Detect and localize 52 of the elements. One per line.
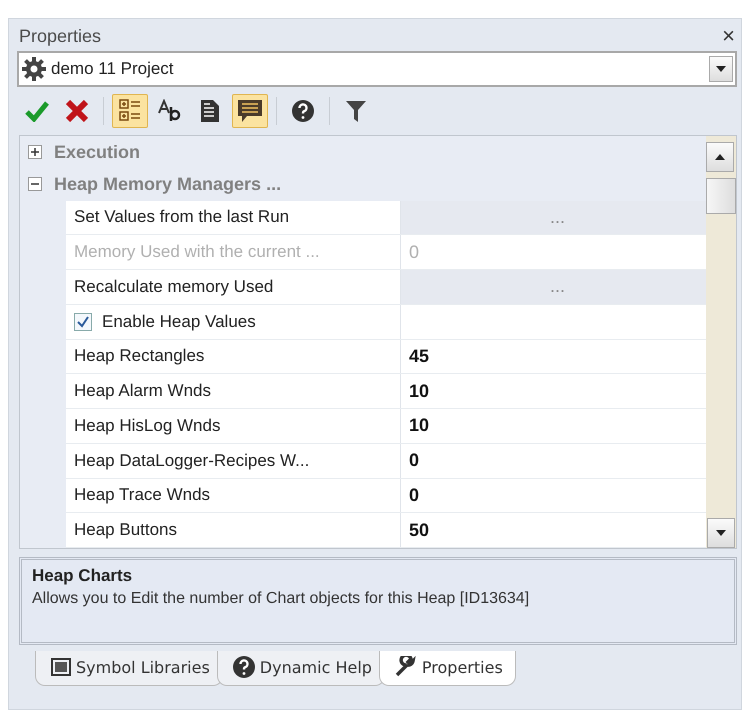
description-text: Allows you to Edit the number of Chart objects for this Heap [ID13634] [32, 590, 530, 608]
dropdown-button[interactable] [709, 56, 733, 82]
property-label: Memory Used with the current ... [66, 235, 401, 270]
close-icon [65, 99, 89, 123]
property-label: Recalculate memory Used [66, 270, 401, 304]
checkbox[interactable] [74, 312, 92, 331]
picture-frame-icon [50, 657, 72, 677]
property-label: Heap Trace Wnds [66, 478, 401, 512]
property-value: 10 [401, 409, 706, 443]
property-label: Enable Heap Values [102, 312, 256, 332]
description-title: Heap Charts [32, 566, 134, 586]
help-icon [291, 99, 315, 123]
dropdown-arrow-icon [716, 66, 726, 72]
property-label: Heap DataLogger-Recipes W... [66, 444, 401, 478]
close-button[interactable]: × [720, 25, 737, 47]
toolbar-button[interactable] [112, 94, 148, 128]
property-label: Heap Rectangles [66, 340, 401, 374]
property-label: Heap HisLog Wnds [66, 409, 401, 443]
property-value: 50 [401, 513, 706, 548]
scroll-down-button[interactable] [707, 518, 735, 548]
expand-toggle[interactable] [28, 177, 42, 192]
wrench-icon [394, 656, 418, 678]
property-value: 0 [401, 478, 706, 512]
toolbar-button[interactable] [232, 94, 268, 128]
down-arrow-icon [716, 530, 726, 536]
property-value: 45 [401, 340, 706, 374]
text-format-icon [157, 99, 183, 123]
up-arrow-icon [715, 154, 725, 160]
property-label: Heap Alarm Wnds [66, 374, 401, 408]
check-icon [77, 316, 89, 328]
category-label: Execution [54, 142, 140, 163]
categorized-list-icon [119, 99, 141, 123]
object-selector[interactable]: demo 11 Project [17, 51, 737, 87]
panel-title: Properties [19, 26, 102, 46]
scroll-up-button[interactable] [706, 142, 734, 172]
property-value: 0 [401, 235, 706, 270]
property-value: 10 [401, 374, 706, 408]
gear-icon [21, 56, 47, 82]
category-label: Heap Memory Managers ... [54, 174, 282, 195]
comment-icon [237, 99, 263, 123]
expand-toggle[interactable] [28, 145, 42, 160]
plus-icon [31, 148, 39, 156]
filter-icon [345, 99, 367, 123]
scroll-thumb[interactable] [706, 178, 736, 214]
help-icon [232, 655, 256, 679]
check-icon [25, 100, 49, 122]
document-icon [200, 99, 220, 123]
property-label: Heap Buttons [66, 513, 401, 548]
scrollbar[interactable] [706, 136, 736, 548]
property-value: 0 [401, 444, 706, 478]
property-label: Set Values from the last Run [66, 200, 401, 234]
panel-tab[interactable]: Properties [378, 651, 516, 686]
